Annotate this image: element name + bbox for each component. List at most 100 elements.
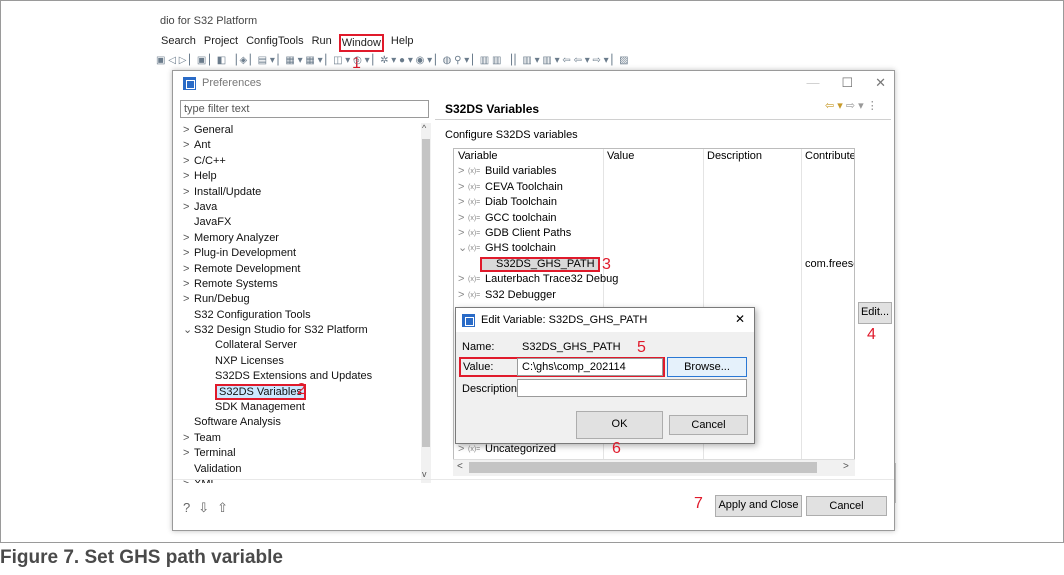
- chevron-right-icon[interactable]: >: [183, 123, 194, 138]
- tree-item-label: Remote Systems: [194, 277, 278, 290]
- chevron-right-icon[interactable]: >: [183, 169, 194, 184]
- table-row[interactable]: > (x)= GCC toolchain: [454, 211, 854, 226]
- tree-item[interactable]: > Install/Update: [180, 185, 430, 200]
- tree-item[interactable]: > Ant: [180, 138, 430, 153]
- tree-item[interactable]: Validation: [180, 462, 430, 477]
- tree-item[interactable]: > Terminal: [180, 446, 430, 461]
- close-icon[interactable]: ✕: [735, 312, 745, 326]
- menu-window[interactable]: Window: [338, 34, 384, 52]
- chevron-down-icon[interactable]: ⌄: [183, 323, 194, 338]
- tree-item-label: Ant: [194, 139, 211, 152]
- chevron-right-icon[interactable]: >: [183, 154, 194, 169]
- minimize-icon[interactable]: —: [806, 75, 819, 91]
- tree-item[interactable]: > Remote Development: [180, 262, 430, 277]
- tree-item[interactable]: > Memory Analyzer: [180, 231, 430, 246]
- tree-item[interactable]: NXP Licenses: [180, 354, 430, 369]
- help-icon[interactable]: ?: [183, 500, 190, 516]
- tree-item-label: Collateral Server: [215, 339, 297, 352]
- chevron-down-icon[interactable]: ⌄: [458, 241, 467, 256]
- maximize-icon[interactable]: ☐: [841, 75, 853, 91]
- table-row[interactable]: > (x)= S32 Debugger: [454, 288, 854, 303]
- tree-item-label: Memory Analyzer: [194, 231, 279, 244]
- chevron-right-icon[interactable]: >: [183, 262, 194, 277]
- tree-scroll-thumb[interactable]: [422, 139, 430, 447]
- dialog-cancel-button[interactable]: Cancel: [669, 415, 748, 435]
- table-row-uncategorized[interactable]: > (x)= Uncategorized: [454, 442, 854, 457]
- chevron-right-icon[interactable]: >: [458, 180, 464, 195]
- tree-item[interactable]: Software Analysis: [180, 415, 430, 430]
- col-contributed[interactable]: Contribute: [805, 149, 854, 164]
- chevron-right-icon[interactable]: >: [183, 138, 194, 153]
- variable-name-cell[interactable]: S32DS_GHS_PATH: [480, 256, 600, 272]
- menu-project[interactable]: Project: [203, 34, 239, 52]
- tree-item[interactable]: > Team: [180, 431, 430, 446]
- edit-button[interactable]: Edit...: [858, 302, 892, 324]
- chevron-right-icon[interactable]: >: [183, 292, 194, 307]
- table-row[interactable]: > (x)= CEVA Toolchain: [454, 180, 854, 195]
- menu-configtools[interactable]: ConfigTools: [245, 34, 304, 52]
- col-variable[interactable]: Variable: [458, 149, 498, 164]
- value-input[interactable]: C:\ghs\comp_202114: [517, 358, 663, 376]
- table-row[interactable]: > (x)= GDB Client Paths: [454, 226, 854, 241]
- tree-item[interactable]: > Run/Debug: [180, 292, 430, 307]
- chevron-right-icon[interactable]: >: [458, 226, 464, 241]
- menu-search[interactable]: Search: [160, 34, 197, 52]
- browse-button[interactable]: Browse...: [667, 357, 747, 377]
- tree-item-label: S32DS Extensions and Updates: [215, 370, 373, 383]
- table-row[interactable]: > (x)= Build variables: [454, 164, 854, 179]
- scroll-up-icon[interactable]: ^: [422, 123, 426, 133]
- menu-run[interactable]: Run: [311, 34, 333, 52]
- page-nav-arrows[interactable]: ⇦ ▾ ⇨ ▾ ⋮: [825, 99, 878, 112]
- chevron-right-icon[interactable]: >: [458, 272, 464, 287]
- tree-item[interactable]: > Java: [180, 200, 430, 215]
- table-row[interactable]: S32DS_GHS_PATH com.freesc: [454, 256, 854, 272]
- tree-item[interactable]: Collateral Server: [180, 338, 430, 353]
- chevron-right-icon[interactable]: >: [183, 246, 194, 261]
- tree-item[interactable]: > Remote Systems: [180, 277, 430, 292]
- chevron-right-icon[interactable]: >: [458, 288, 464, 303]
- col-description[interactable]: Description: [707, 149, 762, 164]
- chevron-right-icon[interactable]: >: [458, 195, 464, 210]
- toolbar-icons[interactable]: ▣ ◁ ▷ ▏▣ ▏◧ ▕ ◈ ▏▤ ▾ ▏▦ ▾ ▦ ▾ ▏◫ ▾ ◎ ▾ ▏…: [156, 55, 629, 66]
- tree-item[interactable]: > Plug-in Development: [180, 246, 430, 261]
- import-icon[interactable]: ⇩: [198, 500, 209, 516]
- scroll-left-icon[interactable]: <: [457, 461, 463, 472]
- filter-input[interactable]: type filter text: [180, 100, 429, 118]
- ok-button[interactable]: OK: [576, 411, 663, 439]
- table-row[interactable]: > (x)= Lauterbach Trace32 Debug: [454, 272, 854, 287]
- row-label: Build variables: [485, 165, 557, 178]
- cancel-button[interactable]: Cancel: [806, 496, 887, 516]
- table-hscroll-thumb[interactable]: [469, 462, 817, 473]
- apply-and-close-button[interactable]: Apply and Close: [715, 495, 802, 517]
- table-row[interactable]: ⌄ (x)= GHS toolchain: [454, 241, 854, 256]
- menu-help[interactable]: Help: [390, 34, 415, 52]
- scroll-down-icon[interactable]: v: [422, 469, 427, 479]
- edit-dialog-titlebar: Edit Variable: S32DS_GHS_PATH ✕: [456, 308, 754, 332]
- chevron-right-icon[interactable]: >: [183, 277, 194, 292]
- description-input[interactable]: [517, 379, 747, 397]
- tree-item[interactable]: > C/C++: [180, 154, 430, 169]
- expand-icon[interactable]: >: [458, 442, 464, 457]
- table-row[interactable]: > (x)= Diab Toolchain: [454, 195, 854, 210]
- export-icon[interactable]: ⇧: [217, 500, 228, 516]
- variable-icon: (x)=: [468, 291, 481, 299]
- tree-item[interactable]: SDK Management: [180, 400, 430, 415]
- chevron-right-icon[interactable]: >: [183, 200, 194, 215]
- preferences-titlebar: Preferences — ☐ ✕: [173, 71, 894, 95]
- chevron-right-icon[interactable]: >: [458, 211, 464, 226]
- chevron-right-icon[interactable]: >: [183, 231, 194, 246]
- tree-item[interactable]: JavaFX: [180, 215, 430, 230]
- step-6-marker: 6: [612, 440, 621, 457]
- chevron-right-icon[interactable]: >: [458, 164, 464, 179]
- variable-icon: (x)=: [468, 230, 481, 237]
- chevron-right-icon[interactable]: >: [183, 446, 194, 461]
- close-icon[interactable]: ✕: [875, 75, 886, 91]
- tree-item[interactable]: > Help: [180, 169, 430, 184]
- col-value[interactable]: Value: [607, 149, 634, 164]
- tree-item[interactable]: > General: [180, 123, 430, 138]
- scroll-right-icon[interactable]: >: [843, 461, 849, 472]
- tree-item[interactable]: ⌄ S32 Design Studio for S32 Platform: [180, 323, 430, 338]
- chevron-right-icon[interactable]: >: [183, 431, 194, 446]
- chevron-right-icon[interactable]: >: [183, 185, 194, 200]
- tree-item[interactable]: S32 Configuration Tools: [180, 308, 430, 323]
